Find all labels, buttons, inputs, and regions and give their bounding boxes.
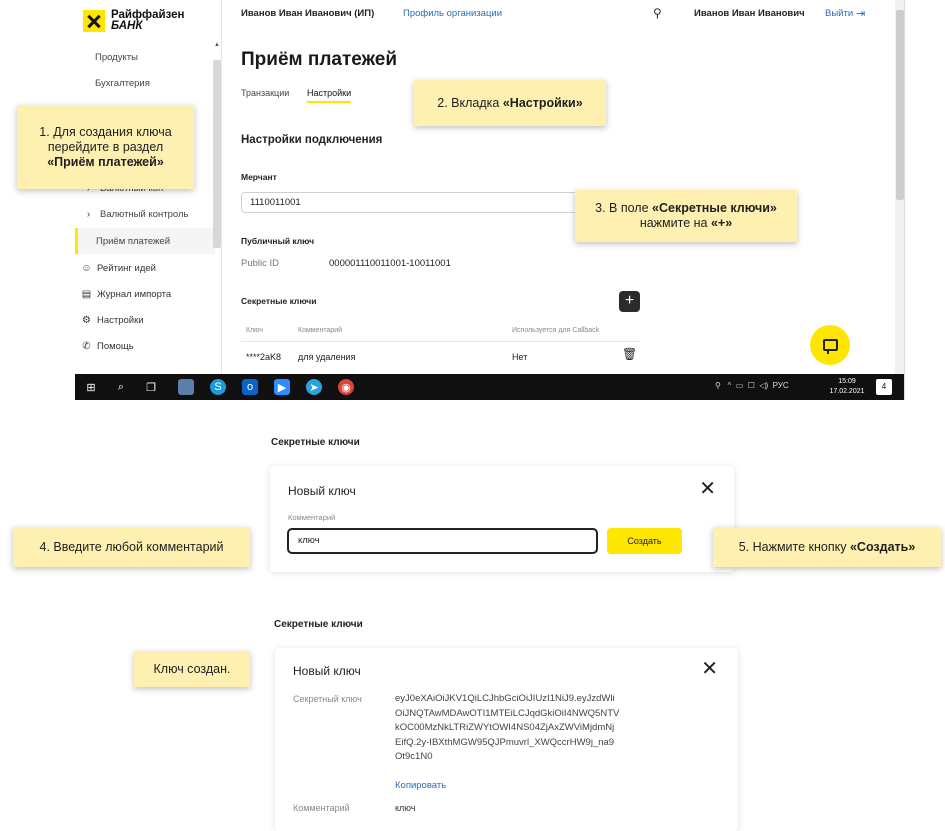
comment-input[interactable]: ключ — [287, 528, 598, 554]
close-icon[interactable]: ✕ — [699, 479, 716, 499]
logo-line2: БАНК — [111, 20, 143, 32]
row-key: ****2aK8 — [246, 352, 282, 362]
secret-key-value: eyJ0eXAiOiJKV1QiLCJhbGciOiJIUzI1NiJ9.eyJ… — [395, 693, 620, 762]
tab-transactions[interactable]: Транзакции — [241, 88, 289, 98]
clipboard-icon: ▤ — [81, 288, 92, 300]
merchant-label: Мерчант — [241, 172, 277, 182]
public-id-value: 000001110011001-10011001 — [329, 258, 451, 269]
scrollbar-thumb[interactable] — [896, 10, 904, 200]
callout-step-5: 5. Нажмите кнопку «Создать» — [713, 527, 941, 567]
outlook-icon[interactable]: o — [242, 379, 258, 395]
row-comment: для удаления — [298, 352, 356, 362]
rating-icon: ☺ — [81, 262, 92, 274]
new-key-heading: Новый ключ — [293, 664, 361, 678]
comment-label: Комментарий — [288, 513, 336, 522]
chrome-icon[interactable]: ◉ — [338, 379, 354, 395]
create-button[interactable]: Создать — [607, 528, 682, 554]
sidebar-scrollbar[interactable] — [213, 60, 221, 248]
sidebar-item-import-log[interactable]: ▤ Журнал импорта — [75, 281, 215, 307]
username: Иванов Иван Иванович — [694, 8, 805, 19]
section-title: Настройки подключения — [241, 134, 383, 146]
column-header-key: Ключ — [246, 327, 263, 334]
search-icon[interactable]: ⌕ — [113, 379, 129, 395]
add-key-button[interactable]: + — [619, 291, 640, 312]
clock[interactable]: 15:09 17.02.2021 — [825, 377, 869, 397]
clock-time: 15:09 — [838, 378, 856, 385]
secret-key-label: Секретный ключ — [293, 694, 362, 704]
callout-step-2: 2. Вкладка «Настройки» — [414, 80, 606, 126]
calculator-icon[interactable] — [178, 379, 194, 395]
pin-icon[interactable]: ⚲ — [653, 6, 662, 20]
secret-keys-label: Секретные ключи — [241, 296, 317, 306]
trash-icon[interactable]: 🗑 — [622, 347, 637, 361]
public-key-label: Публичный ключ — [241, 236, 315, 246]
column-header-comment: Комментарий — [298, 327, 343, 334]
table-divider — [241, 341, 641, 342]
sidebar-item-ideas[interactable]: ☺ Рейтинг идей — [75, 255, 215, 281]
callout-step-4: 4. Введите любой комментарий — [13, 527, 250, 567]
logout-link[interactable]: Выйти — [825, 8, 853, 19]
telegram-icon[interactable]: ➤ — [306, 379, 322, 395]
comment-value: ключ — [395, 803, 416, 813]
copy-link[interactable]: Копировать — [395, 780, 446, 791]
sidebar-item-settings[interactable]: ⚙ Настройки — [75, 307, 215, 333]
task-view-icon[interactable]: ❐ — [143, 379, 159, 395]
column-header-callback: Используется для Callback — [512, 327, 600, 334]
close-icon[interactable]: ✕ — [701, 659, 718, 679]
row-callback: Нет — [512, 352, 528, 362]
callout-step-1: 1. Для создания ключа перейдите в раздел… — [17, 105, 194, 189]
sidebar-item-currency-control[interactable]: › Валютный контроль — [75, 201, 215, 227]
chat-button[interactable] — [810, 325, 850, 365]
org-user-name[interactable]: Иванов Иван Иванович (ИП) — [241, 8, 374, 19]
secret-keys-section-title: Секретные ключи — [274, 619, 363, 630]
windows-start-icon[interactable]: ⊞ — [83, 379, 99, 395]
callout-key-created: Ключ создан. — [134, 651, 250, 687]
clock-date: 17.02.2021 — [829, 388, 865, 395]
sidebar-item-payments[interactable]: Приём платежей — [75, 228, 215, 254]
windows-taskbar: ⊞ ⌕ ❐ S o ▶ ➤ ◉ ⚲ ^ ▭ ☐ ◁) РУС 15:09 17.… — [75, 374, 904, 400]
comment-label: Комментарий — [293, 803, 350, 813]
created-key-card: Новый ключ ✕ Секретный ключ eyJ0eXAiOiJK… — [275, 648, 738, 831]
notification-icon[interactable]: 4 — [876, 379, 892, 395]
topbar: Иванов Иван Иванович (ИП) Профиль органи… — [241, 6, 881, 22]
public-id-label: Public ID — [241, 258, 280, 269]
sidebar-item-products[interactable]: Продукты — [75, 44, 215, 70]
new-key-card: Новый ключ ✕ Комментарий ключ Создать — [270, 466, 734, 572]
sidebar-item-accounting[interactable]: Бухгалтерия — [75, 70, 215, 96]
profile-link[interactable]: Профиль организации — [403, 8, 502, 19]
main-scrollbar[interactable] — [895, 0, 904, 374]
system-tray[interactable]: ⚲ ^ ▭ ☐ ◁) РУС — [715, 381, 789, 390]
sidebar-item-help[interactable]: ✆ Помощь — [75, 333, 215, 359]
chat-icon — [822, 339, 838, 354]
gear-icon: ⚙ — [82, 314, 91, 326]
secret-keys-section-title: Секретные ключи — [271, 437, 360, 448]
skype-icon[interactable]: S — [210, 379, 226, 395]
callout-step-3: 3. В поле «Секретные ключи» нажмите на «… — [575, 190, 797, 242]
logo-mark-icon — [83, 10, 105, 32]
language-indicator[interactable]: РУС — [773, 381, 789, 390]
logout-icon[interactable]: ⇥ — [856, 7, 865, 20]
bank-logo[interactable]: Райффайзен БАНК — [83, 8, 184, 34]
zoom-icon[interactable]: ▶ — [274, 379, 290, 395]
chevron-right-icon: › — [86, 208, 91, 220]
new-key-heading: Новый ключ — [288, 484, 356, 498]
page-title: Приём платежей — [241, 49, 398, 70]
tab-settings[interactable]: Настройки — [307, 88, 352, 103]
phone-icon: ✆ — [82, 340, 91, 352]
